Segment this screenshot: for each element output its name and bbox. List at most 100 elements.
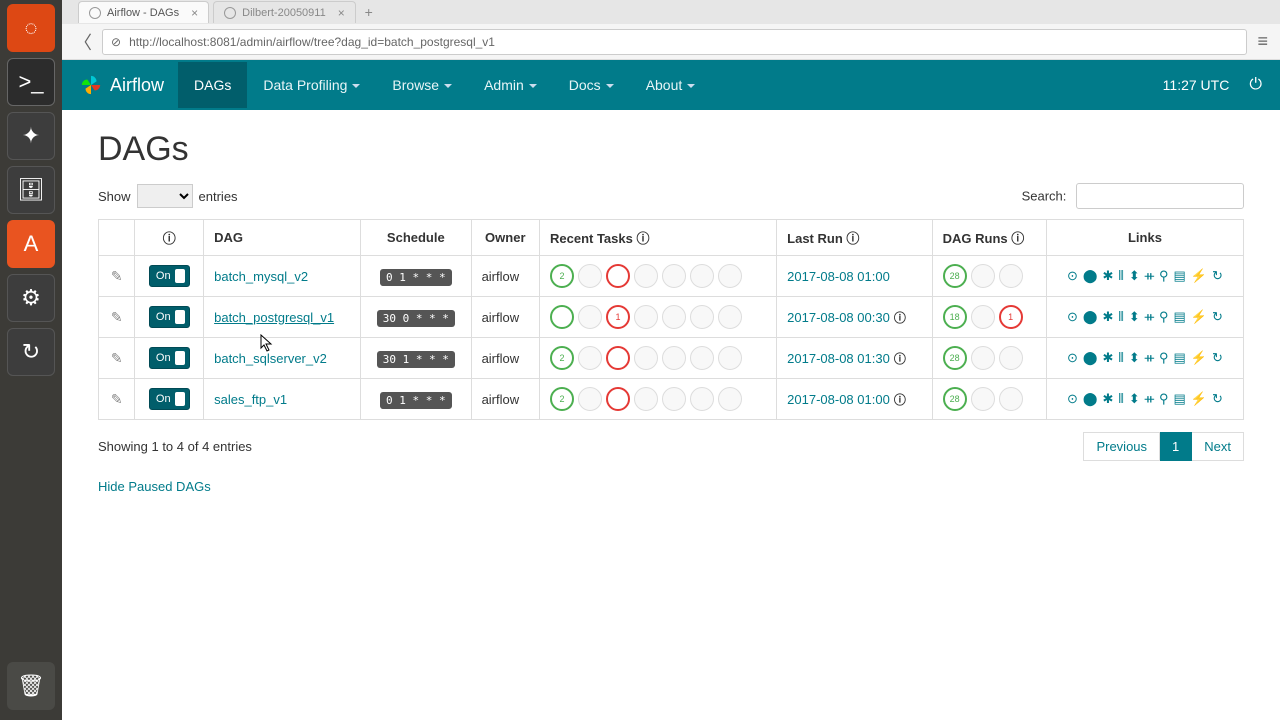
action-icon[interactable]: ⬤: [1083, 391, 1098, 407]
action-icon[interactable]: ⚡: [1191, 391, 1207, 407]
edit-icon[interactable]: ✎: [111, 309, 123, 325]
action-icon[interactable]: ⚡: [1191, 268, 1207, 284]
edit-icon[interactable]: ✎: [111, 391, 123, 407]
action-icon[interactable]: ⫴: [1118, 309, 1123, 325]
action-icon[interactable]: ✱: [1102, 309, 1113, 325]
info-icon[interactable]: ⓘ: [894, 311, 906, 325]
pager-next[interactable]: Next: [1192, 432, 1244, 461]
ubuntu-dash-icon[interactable]: ◌: [7, 4, 55, 52]
action-icon[interactable]: ✱: [1102, 268, 1113, 284]
action-icon[interactable]: ▤: [1174, 350, 1186, 366]
dag-link[interactable]: batch_mysql_v2: [214, 269, 308, 284]
action-icon[interactable]: ↻: [1212, 391, 1223, 407]
action-icon[interactable]: ⬍: [1129, 268, 1140, 284]
last-run-link[interactable]: 2017-08-08 01:30: [787, 351, 890, 366]
last-run-link[interactable]: 2017-08-08 01:00: [787, 269, 890, 284]
status-circle[interactable]: [578, 264, 602, 288]
status-circle[interactable]: [606, 387, 630, 411]
edit-icon[interactable]: ✎: [111, 268, 123, 284]
action-icon[interactable]: ⬍: [1129, 350, 1140, 366]
action-icon[interactable]: ⚲: [1159, 268, 1169, 284]
software-icon[interactable]: A: [7, 220, 55, 268]
nav-docs[interactable]: Docs: [553, 62, 630, 108]
col-schedule[interactable]: Schedule: [361, 220, 471, 256]
action-icon[interactable]: ↻: [1212, 309, 1223, 325]
info-icon[interactable]: ⓘ: [894, 352, 906, 366]
status-circle[interactable]: [634, 264, 658, 288]
status-circle[interactable]: [662, 346, 686, 370]
status-circle[interactable]: [634, 346, 658, 370]
status-circle[interactable]: [971, 346, 995, 370]
status-circle[interactable]: [999, 346, 1023, 370]
dag-toggle[interactable]: On: [149, 388, 190, 410]
action-icon[interactable]: ᚑ: [1145, 268, 1154, 284]
status-circle[interactable]: 28: [943, 387, 967, 411]
pager-page[interactable]: 1: [1160, 432, 1192, 461]
status-circle[interactable]: [999, 264, 1023, 288]
action-icon[interactable]: ⬤: [1083, 350, 1098, 366]
nav-browse[interactable]: Browse: [376, 62, 468, 108]
hide-paused-link[interactable]: Hide Paused DAGs: [98, 479, 211, 494]
power-icon[interactable]: ⏻: [1249, 76, 1262, 94]
dag-link[interactable]: batch_postgresql_v1: [214, 310, 334, 325]
action-icon[interactable]: ⊙: [1067, 350, 1078, 366]
info-icon[interactable]: ⓘ: [894, 393, 906, 407]
url-bar[interactable]: ⊘ http://localhost:8081/admin/airflow/tr…: [102, 29, 1247, 55]
action-icon[interactable]: ⬍: [1129, 309, 1140, 325]
entries-select[interactable]: [137, 184, 193, 208]
status-circle[interactable]: [718, 264, 742, 288]
dag-link[interactable]: batch_sqlserver_v2: [214, 351, 327, 366]
new-tab-button[interactable]: +: [360, 4, 378, 20]
status-circle[interactable]: [718, 387, 742, 411]
status-circle[interactable]: [662, 305, 686, 329]
status-circle[interactable]: [606, 346, 630, 370]
action-icon[interactable]: ⚡: [1191, 350, 1207, 366]
schedule-badge[interactable]: 30 0 * * *: [377, 310, 455, 327]
dag-toggle[interactable]: On: [149, 347, 190, 369]
status-circle[interactable]: 18: [943, 305, 967, 329]
dag-toggle[interactable]: On: [149, 265, 190, 287]
status-circle[interactable]: [606, 264, 630, 288]
status-circle[interactable]: [718, 305, 742, 329]
updater-icon[interactable]: ↻: [7, 328, 55, 376]
back-button[interactable]: 〈: [74, 29, 92, 55]
action-icon[interactable]: ⚲: [1159, 309, 1169, 325]
status-circle[interactable]: [971, 264, 995, 288]
nav-data-profiling[interactable]: Data Profiling: [247, 62, 376, 108]
status-circle[interactable]: [999, 387, 1023, 411]
last-run-link[interactable]: 2017-08-08 01:00: [787, 392, 890, 407]
status-circle[interactable]: [634, 305, 658, 329]
status-circle[interactable]: [690, 264, 714, 288]
action-icon[interactable]: ⚲: [1159, 391, 1169, 407]
status-circle[interactable]: [718, 346, 742, 370]
trash-icon[interactable]: 🗑: [7, 662, 55, 710]
action-icon[interactable]: ᚑ: [1145, 350, 1154, 366]
status-circle[interactable]: [550, 305, 574, 329]
action-icon[interactable]: ✱: [1102, 391, 1113, 407]
pager-prev[interactable]: Previous: [1083, 432, 1160, 461]
dag-link[interactable]: sales_ftp_v1: [214, 392, 287, 407]
nav-about[interactable]: About: [630, 62, 712, 108]
status-circle[interactable]: [690, 387, 714, 411]
action-icon[interactable]: ✱: [1102, 350, 1113, 366]
action-icon[interactable]: ⊙: [1067, 268, 1078, 284]
status-circle[interactable]: [690, 346, 714, 370]
status-circle[interactable]: [578, 387, 602, 411]
nav-admin[interactable]: Admin: [468, 62, 553, 108]
schedule-badge[interactable]: 0 1 * * *: [380, 269, 452, 286]
action-icon[interactable]: ⫴: [1118, 350, 1123, 366]
status-circle[interactable]: 2: [550, 346, 574, 370]
action-icon[interactable]: ↻: [1212, 268, 1223, 284]
action-icon[interactable]: ↻: [1212, 350, 1223, 366]
col-dag[interactable]: DAG: [204, 220, 361, 256]
action-icon[interactable]: ⬤: [1083, 309, 1098, 325]
dag-toggle[interactable]: On: [149, 306, 190, 328]
action-icon[interactable]: ⬍: [1129, 391, 1140, 407]
action-icon[interactable]: ᚑ: [1145, 309, 1154, 325]
action-icon[interactable]: ▤: [1174, 391, 1186, 407]
settings-icon[interactable]: ⚙: [7, 274, 55, 322]
status-circle[interactable]: [690, 305, 714, 329]
status-circle[interactable]: 1: [999, 305, 1023, 329]
action-icon[interactable]: ⫴: [1118, 268, 1123, 284]
status-circle[interactable]: [662, 264, 686, 288]
